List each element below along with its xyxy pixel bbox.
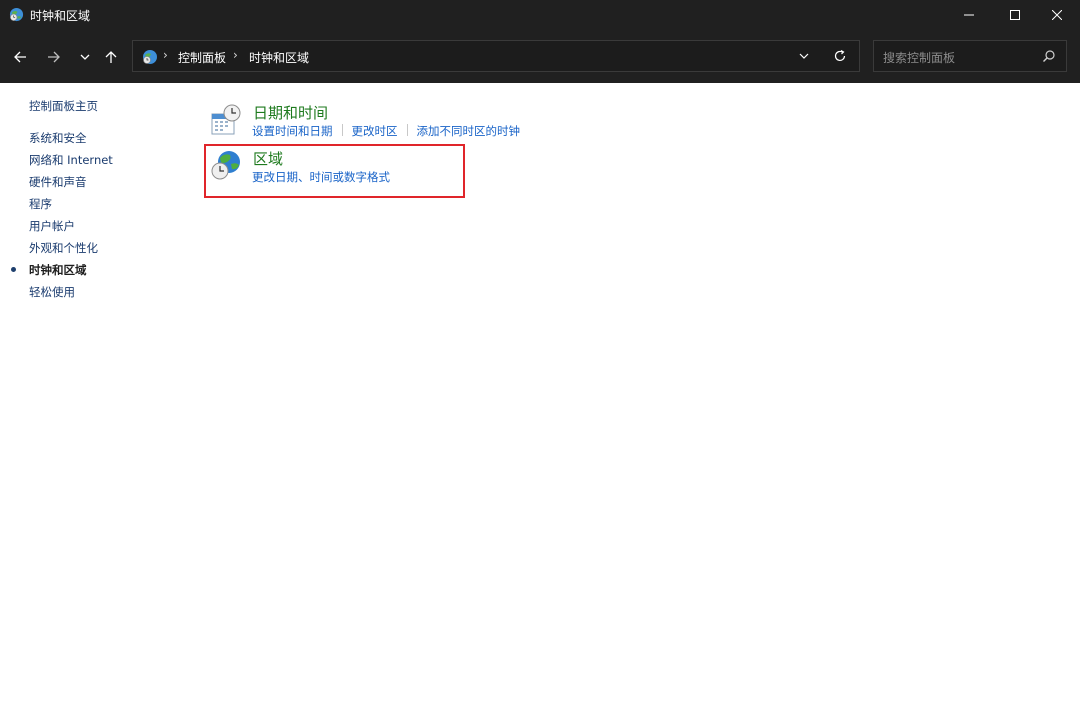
link-set-time-date[interactable]: 设置时间和日期 [252, 124, 333, 138]
back-button[interactable] [8, 45, 32, 69]
title-bar: 时钟和区域 [0, 0, 1080, 30]
arrow-right-icon [48, 51, 60, 63]
breadcrumb-clock-region[interactable]: 时钟和区域 [249, 49, 309, 66]
globe-clock-icon [143, 50, 157, 64]
minimize-icon [964, 14, 974, 16]
refresh-button[interactable] [833, 49, 847, 66]
recent-locations-button[interactable] [73, 45, 97, 69]
arrow-up-icon [105, 51, 117, 63]
address-bar[interactable]: › 控制面板 › 时钟和区域 [132, 40, 860, 72]
maximize-icon [1010, 10, 1020, 20]
up-button[interactable] [99, 45, 123, 69]
nav-item-hardware-sound[interactable]: 硬件和声音 [29, 174, 87, 190]
window-title: 时钟和区域 [30, 9, 91, 23]
nav-item-clock-region[interactable]: 时钟和区域 [29, 262, 87, 278]
chevron-down-icon [799, 53, 809, 59]
search-placeholder: 搜索控制面板 [883, 51, 956, 65]
category-links-date-time: 设置时间和日期 更改时区 添加不同时区的时钟 [252, 123, 520, 139]
nav-item-user-accounts[interactable]: 用户帐户 [29, 218, 75, 234]
refresh-icon [834, 49, 846, 62]
link-add-clocks[interactable]: 添加不同时区的时钟 [417, 124, 521, 138]
control-panel-window: 时钟和区域 › 控制面板 › 时钟和区域 搜索控制面板 控制面板主页 系统和安全… [0, 0, 1080, 708]
nav-control-panel-home[interactable]: 控制面板主页 [29, 98, 98, 114]
forward-button[interactable] [42, 45, 66, 69]
close-icon [1052, 10, 1062, 20]
globe-clock-icon [9, 7, 24, 22]
address-dropdown-button[interactable] [798, 50, 810, 65]
close-button[interactable] [1034, 0, 1080, 30]
arrow-left-icon [14, 51, 26, 63]
breadcrumb-separator: › [163, 48, 168, 62]
breadcrumb-control-panel[interactable]: 控制面板 [178, 49, 226, 66]
nav-item-programs[interactable]: 程序 [29, 196, 52, 212]
navigation-bar: › 控制面板 › 时钟和区域 搜索控制面板 [0, 30, 1080, 83]
search-icon[interactable] [1042, 49, 1056, 63]
maximize-button[interactable] [992, 0, 1038, 30]
nav-item-system-security[interactable]: 系统和安全 [29, 130, 87, 146]
nav-item-appearance[interactable]: 外观和个性化 [29, 240, 98, 256]
link-divider [406, 124, 408, 136]
search-box[interactable]: 搜索控制面板 [873, 40, 1067, 72]
breadcrumb-separator: › [233, 48, 238, 62]
highlight-box [204, 144, 465, 198]
calendar-clock-icon[interactable] [210, 104, 242, 136]
active-indicator [11, 267, 16, 272]
minimize-button[interactable] [946, 0, 992, 30]
category-title-date-time[interactable]: 日期和时间 [253, 102, 328, 123]
nav-item-network-internet[interactable]: 网络和 Internet [29, 152, 113, 168]
link-divider [341, 124, 343, 136]
link-change-timezone[interactable]: 更改时区 [352, 124, 398, 138]
nav-item-ease-of-access[interactable]: 轻松使用 [29, 284, 75, 300]
chevron-down-icon [80, 54, 90, 60]
